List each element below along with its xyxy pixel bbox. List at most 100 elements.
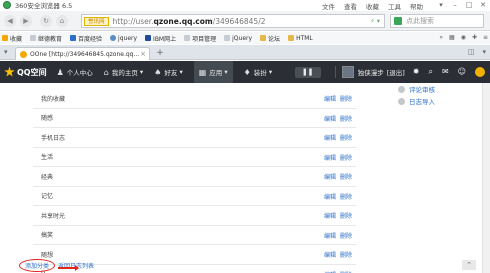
tab-qzone[interactable]: OOne [http://349646845.qzone.qq... × [15, 47, 150, 60]
page-icon [30, 35, 37, 41]
add-category-link[interactable]: 添加分类 [19, 259, 56, 272]
user-icon[interactable]: ☺ [458, 67, 466, 77]
secure-badge[interactable]: 誉讯网 [84, 16, 109, 26]
edit-link[interactable]: 编辑 [324, 172, 336, 181]
menu-file[interactable]: 文件 [322, 1, 335, 11]
delete-link[interactable]: 删除 [340, 114, 352, 123]
edit-link[interactable]: 编辑 [324, 133, 336, 142]
edit-link[interactable]: 编辑 [324, 192, 336, 201]
list-item: 手机日志 编辑 删除 [33, 128, 356, 148]
list-item: 随感 编辑 删除 [33, 109, 356, 128]
window-controls: ▾ – □ ✕ [434, 0, 490, 10]
refresh-icon[interactable]: ↻ [40, 15, 52, 27]
delete-link[interactable]: 删除 [340, 192, 352, 201]
new-tab-icon[interactable]: + [154, 48, 166, 59]
bookmark-item[interactable]: 继德教育 [30, 34, 62, 43]
url-dropdown-icon[interactable]: ⚡ ▾ [370, 17, 380, 25]
delete-link[interactable]: 删除 [340, 94, 352, 103]
settings-icon[interactable]: ✹ [413, 67, 420, 77]
puzzle-icon[interactable]: ✚ [472, 34, 477, 41]
browser-logo-icon [3, 1, 11, 9]
mail-icon[interactable]: ✉ [442, 67, 449, 77]
edit-link[interactable]: 编辑 [324, 211, 336, 220]
shield-icon[interactable]: ◉ [461, 34, 466, 41]
delete-link[interactable]: 删除 [340, 153, 352, 162]
search-input[interactable]: 点此搜索 [390, 14, 484, 28]
bookmark-item[interactable]: 百度经验 [70, 34, 102, 43]
url-input[interactable]: 誉讯网 http://user.qzone.qq.com/349646845/2… [81, 14, 385, 28]
menu-view[interactable]: 查看 [344, 1, 357, 11]
avatar[interactable] [341, 66, 354, 78]
close-icon[interactable]: ✕ [476, 0, 490, 10]
bookmark-item[interactable]: IBM网上 [145, 34, 176, 43]
skin-icon[interactable]: ▾ [434, 0, 448, 10]
username[interactable]: 独侠漫步 [358, 67, 384, 77]
friends-icon: ♠ [154, 67, 162, 77]
qzone-tab-icon [20, 50, 27, 58]
minimize-icon[interactable]: – [448, 0, 462, 10]
search-icon[interactable]: ⌕ [428, 67, 432, 77]
list-item: 记忆 编辑 删除 [33, 187, 356, 206]
nav-my-homepage[interactable]: ⌂ 我的主页 ▾ [104, 67, 143, 78]
qzone-logo[interactable]: QQ空间 [4, 66, 47, 78]
tab-close-icon[interactable]: × [140, 50, 146, 58]
edit-link[interactable]: 编辑 [324, 94, 336, 103]
ibm-icon [145, 35, 152, 41]
edit-link[interactable]: 编辑 [324, 153, 336, 162]
bookmark-item[interactable]: 项目管理 [184, 34, 216, 43]
divider [334, 66, 336, 78]
yellow-diamond-icon[interactable] [475, 67, 485, 77]
list-item: 经典 编辑 删除 [33, 167, 356, 187]
bookmark-item[interactable]: jQuery [224, 35, 252, 42]
edit-link[interactable]: 编辑 [324, 231, 336, 240]
edit-link[interactable]: 编辑 [324, 270, 336, 273]
nav-friends[interactable]: ♠ 好友 ▾ [154, 67, 183, 78]
maximize-icon[interactable]: □ [462, 0, 476, 10]
window-title: 360安全浏览器 6.5 [15, 2, 73, 10]
page-icon [224, 35, 231, 41]
expand-icon[interactable]: » [439, 34, 443, 41]
menu-tools[interactable]: 工具 [388, 1, 401, 11]
delete-link[interactable]: 删除 [340, 231, 352, 240]
delete-link[interactable]: 删除 [340, 172, 352, 181]
edit-link[interactable]: 编辑 [324, 114, 336, 123]
music-player-icon[interactable]: ❚❚ [294, 66, 321, 78]
blog-import-link[interactable]: 日志导入 [398, 95, 435, 107]
category-list: 我的收藏 编辑 删除 随感 编辑 删除 手机日志 编辑 删除 生活 编辑 删除 经典 编辑 删除 记… [33, 89, 356, 273]
page-scrollbar[interactable] [482, 83, 490, 273]
nav-personal-center[interactable]: ♟ 个人中心 [57, 67, 93, 78]
nav-apps[interactable]: ▦ 应用 ▾ [193, 61, 233, 83]
address-bar: ◀ ▶ ↻ ⌂ 誉讯网 http://user.qzone.qq.com/349… [0, 11, 490, 31]
delete-link[interactable]: 删除 [340, 211, 352, 220]
delete-link[interactable]: 删除 [340, 133, 352, 142]
more-icon[interactable]: ≡ [483, 34, 488, 41]
back-to-top-icon[interactable]: ⌃ [462, 260, 476, 270]
qzone-tool-icons: ✹ ⌕ ✉ ☺ [413, 67, 490, 77]
blog-category-page: 我的收藏 编辑 删除 随感 编辑 删除 手机日志 编辑 删除 生活 编辑 删除 经典 编辑 删除 记… [0, 83, 490, 273]
tab-bar: ▾ OOne [http://349646845.qzone.qq... × +… [0, 45, 490, 60]
restore-tab-icon[interactable]: ◫ [468, 48, 475, 56]
forward-arrow-icon[interactable]: ▶ [20, 15, 32, 27]
edit-link[interactable]: 编辑 [324, 250, 336, 259]
bookmark-item[interactable]: 收藏 [2, 34, 22, 43]
folder-icon [288, 35, 295, 41]
tab-list-icon[interactable]: ▾ [4, 48, 8, 56]
menu-help[interactable]: 帮助 [410, 1, 423, 11]
comment-review-link[interactable]: 评论审核 [398, 83, 435, 95]
bookmark-item[interactable]: jquery [110, 35, 137, 42]
logout-link[interactable]: [退出] [387, 67, 405, 77]
home-icon[interactable]: ⌂ [56, 15, 68, 27]
delete-link[interactable]: 删除 [340, 250, 352, 259]
annotation-arrow [58, 265, 79, 271]
apps-grid-icon: ▦ [198, 67, 207, 77]
tab-menu-icon[interactable]: ▾ [482, 48, 486, 56]
tab-bar-tools: ◫ ▾ [468, 48, 486, 56]
search-engine-icon[interactable] [394, 17, 402, 25]
menu-favorites[interactable]: 收藏 [366, 1, 379, 11]
nav-decorate[interactable]: ♦ 装扮 ▾ [244, 67, 273, 78]
grid-icon[interactable]: ▦ [449, 34, 455, 41]
bookmark-item[interactable]: HTML [288, 35, 313, 42]
delete-link[interactable]: 删除 [340, 270, 352, 273]
back-arrow-icon[interactable]: ◀ [4, 15, 16, 27]
bookmark-item[interactable]: 论坛 [260, 34, 280, 43]
